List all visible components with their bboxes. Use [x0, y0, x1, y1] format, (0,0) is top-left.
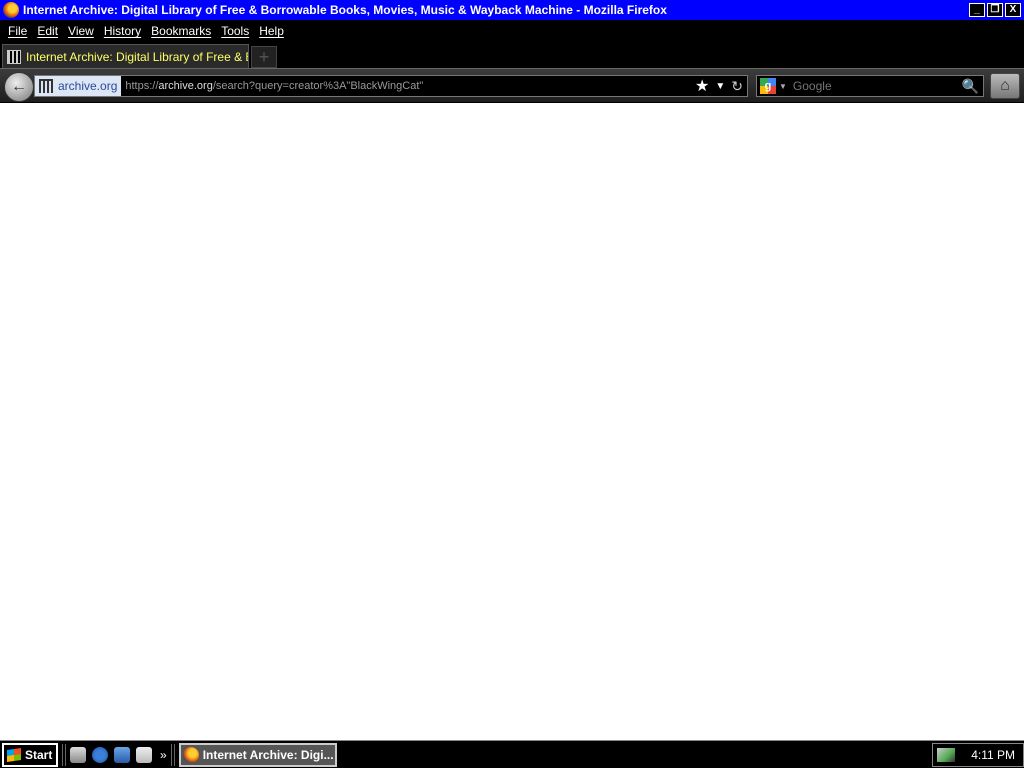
restore-button[interactable]: ❐	[987, 3, 1003, 17]
identity-label: archive.org	[58, 79, 118, 93]
outlook-express-icon[interactable]	[114, 746, 130, 763]
quick-launch: »	[70, 746, 167, 763]
network-tray-icon[interactable]	[937, 747, 956, 762]
menu-bar: File Edit View History Bookmarks Tools H…	[0, 20, 1024, 42]
search-input[interactable]	[792, 79, 953, 93]
clock[interactable]: 4:11 PM	[971, 748, 1015, 762]
magnifier-icon[interactable]: 🔍	[962, 78, 979, 95]
window-title: Internet Archive: Digital Library of Fre…	[23, 3, 667, 17]
taskbar-firefox-window[interactable]: Internet Archive: Digi...	[178, 742, 337, 767]
menu-tools[interactable]: Tools	[216, 24, 254, 38]
taskbar: Start » Internet Archive: Digi... 4:11 P…	[0, 740, 1024, 768]
firefox-icon	[182, 746, 199, 763]
windows-logo-icon	[7, 747, 21, 762]
close-button[interactable]: X	[1005, 3, 1021, 17]
tab-bar: Internet Archive: Digital Library of Fre…	[0, 42, 1024, 68]
tab-title: Internet Archive: Digital Library of Fre…	[26, 49, 248, 64]
task-label: Internet Archive: Digi...	[202, 747, 333, 762]
taskbar-separator	[62, 743, 66, 766]
menu-edit[interactable]: Edit	[32, 24, 63, 38]
page-content[interactable]	[0, 103, 1024, 740]
menu-help[interactable]: Help	[254, 24, 289, 38]
home-button[interactable]: ⌂	[990, 73, 1020, 99]
firefox-icon[interactable]	[3, 2, 19, 18]
menu-view[interactable]: View	[63, 24, 99, 38]
url-path: /search?query=creator%3A"BlackWingCat"	[212, 80, 424, 92]
menu-file[interactable]: File	[3, 24, 32, 38]
url-bar-buttons: ★ ▼ ↻	[695, 76, 747, 96]
url-bar[interactable]: archive.org https://archive.org/search?q…	[34, 75, 748, 97]
minimize-button[interactable]: _	[969, 3, 985, 17]
start-button[interactable]: Start	[2, 742, 58, 767]
new-tab-button[interactable]: +	[251, 46, 277, 68]
navigation-toolbar: ← archive.org https://archive.org/search…	[0, 68, 1024, 102]
reload-icon[interactable]: ↻	[731, 78, 743, 95]
menu-history[interactable]: History	[99, 24, 146, 38]
archive-icon	[7, 49, 21, 64]
tab-internet-archive[interactable]: Internet Archive: Digital Library of Fre…	[2, 44, 249, 68]
search-bar[interactable]: g ▼ 🔍	[756, 75, 984, 97]
quick-launch-more-button[interactable]: »	[160, 748, 167, 762]
site-identity-button[interactable]: archive.org	[35, 76, 122, 96]
bookmark-star-icon[interactable]: ★	[695, 76, 709, 96]
url-host: archive.org	[158, 80, 213, 92]
window-controls: _ ❐ X	[969, 3, 1021, 17]
taskbar-separator	[170, 743, 175, 766]
history-dropdown-icon[interactable]: ▼	[715, 81, 725, 92]
show-desktop-icon[interactable]	[70, 746, 86, 763]
google-icon[interactable]: g	[760, 78, 776, 94]
menu-bookmarks[interactable]: Bookmarks	[146, 24, 216, 38]
back-button[interactable]: ←	[4, 72, 34, 102]
url-scheme: https://	[125, 80, 159, 92]
url-text[interactable]: https://archive.org/search?query=creator…	[121, 80, 423, 92]
start-label: Start	[25, 747, 53, 762]
system-tray: 4:11 PM	[932, 742, 1024, 767]
search-engine-dropdown-icon[interactable]: ▼	[779, 82, 787, 91]
window-title-bar[interactable]: Internet Archive: Digital Library of Fre…	[0, 0, 1024, 20]
search-launcher-icon[interactable]	[136, 746, 152, 763]
internet-explorer-icon[interactable]	[92, 746, 108, 763]
archive-icon	[39, 79, 53, 93]
